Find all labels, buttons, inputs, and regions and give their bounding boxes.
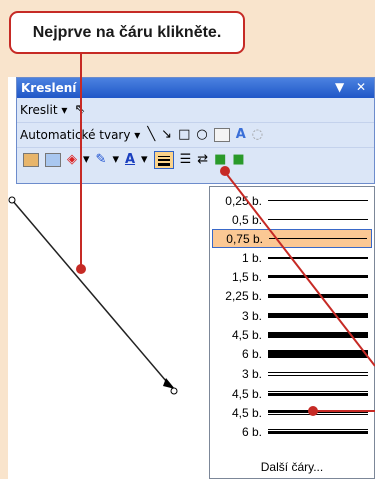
line-style-sample	[268, 371, 368, 376]
toolbar-options-icon[interactable]: ▼	[335, 80, 344, 94]
arrow-style-icon[interactable]: ⇄	[197, 152, 208, 168]
line-style-option[interactable]: 2,25 b.	[212, 286, 372, 305]
line-style-label: 1,5 b.	[231, 269, 262, 284]
textbox-icon[interactable]	[213, 128, 230, 142]
select-objects-icon[interactable]: ⇖	[74, 102, 85, 118]
rectangle-tool-icon[interactable]: □	[178, 127, 190, 143]
line-style-sample	[268, 391, 368, 396]
line-style-sample	[269, 237, 367, 240]
shadow-icon[interactable]: ■	[214, 152, 226, 168]
line-style-sample	[268, 256, 368, 259]
3d-icon[interactable]: ■	[232, 152, 244, 168]
dropdown-icon[interactable]: ▾	[141, 152, 148, 168]
line-style-label: 4,5 b.	[231, 327, 262, 342]
clipart-icon[interactable]	[23, 153, 39, 167]
line-style-label: 4,5 b.	[231, 386, 262, 401]
dash-style-icon[interactable]: ☰	[180, 152, 192, 168]
line-style-label: 3 b.	[241, 308, 262, 323]
line-style-sample	[268, 429, 368, 434]
font-color-icon[interactable]: A	[125, 152, 135, 168]
draw-menu-button[interactable]: Kreslit ▾	[20, 103, 67, 117]
picture-icon[interactable]	[45, 153, 61, 167]
line-style-label: 2,25 b.	[225, 288, 262, 303]
line-style-option[interactable]: 0,5 b.	[212, 210, 372, 229]
line-style-sample	[268, 200, 368, 201]
oval-tool-icon[interactable]: ○	[196, 127, 207, 143]
line-style-sample	[268, 331, 368, 338]
line-style-label: 6 b.	[241, 424, 262, 439]
drawing-toolbar: Kreslení ▼ ✕ Kreslit ▾ ⇖ Automatické tva…	[16, 77, 375, 184]
line-style-option[interactable]: 6 b.	[212, 422, 372, 441]
line-style-option[interactable]: 0,75 b.	[212, 229, 372, 248]
line-style-button[interactable]	[153, 151, 174, 169]
line-style-sample	[268, 349, 368, 358]
toolbar-row-format: ◈ ▾ ✎ ▾ A ▾ ☰ ⇄ ■ ■	[17, 148, 374, 172]
toolbar-row-shapes: Automatické tvary ▾ ╲ ↘ □ ○ A ◌	[17, 123, 374, 148]
line-style-label: 0,25 b.	[225, 193, 262, 208]
line-style-option[interactable]: 4,5 b.	[212, 325, 372, 344]
diagram-icon[interactable]: ◌	[252, 127, 263, 143]
toolbar-row-draw: Kreslit ▾ ⇖	[17, 98, 374, 123]
line-tool-icon[interactable]: ╲	[147, 127, 155, 143]
line-color-icon[interactable]: ✎	[96, 152, 107, 168]
autoshapes-button[interactable]: Automatické tvary ▾	[20, 128, 140, 142]
line-style-sample	[268, 410, 368, 415]
line-style-option[interactable]: 1 b.	[212, 248, 372, 267]
line-style-option[interactable]: 4,5 b.	[212, 384, 372, 403]
line-style-option[interactable]: 3 b.	[212, 364, 372, 383]
close-icon[interactable]: ✕	[356, 80, 366, 94]
wordart-icon[interactable]: A	[236, 127, 246, 143]
toolbar-title-bar[interactable]: Kreslení ▼ ✕	[17, 78, 374, 98]
dropdown-icon[interactable]: ▾	[83, 152, 90, 168]
instruction-callout: Nejprve na čáru klikněte.	[9, 11, 245, 54]
more-lines-button[interactable]: Další čáry...	[210, 460, 374, 474]
line-style-label: 4,5 b.	[231, 405, 262, 420]
line-style-label: 0,75 b.	[226, 231, 263, 246]
dropdown-icon[interactable]: ▾	[112, 152, 119, 168]
line-style-label: 6 b.	[241, 346, 262, 361]
line-style-option[interactable]: 3 b.	[212, 306, 372, 325]
line-style-label: 3 b.	[241, 366, 262, 381]
fill-color-icon[interactable]: ◈	[67, 152, 77, 168]
line-style-option[interactable]: 6 b.	[212, 344, 372, 363]
line-style-sample	[268, 219, 368, 220]
line-style-sample	[268, 293, 368, 298]
line-style-label: 0,5 b.	[231, 212, 262, 227]
line-style-menu: Další čáry... 0,25 b. 0,5 b. 0,75 b. 1 b. 1,…	[209, 186, 375, 479]
arrow-tool-icon[interactable]: ↘	[161, 127, 172, 143]
line-style-option[interactable]: 1,5 b.	[212, 267, 372, 286]
line-style-sample	[268, 313, 368, 318]
line-style-option[interactable]: 0,25 b.	[212, 191, 372, 210]
line-style-sample	[268, 275, 368, 278]
toolbar-title: Kreslení	[21, 81, 77, 95]
line-style-label: 1 b.	[241, 250, 262, 265]
line-style-option[interactable]: 4,5 b.	[212, 403, 372, 422]
